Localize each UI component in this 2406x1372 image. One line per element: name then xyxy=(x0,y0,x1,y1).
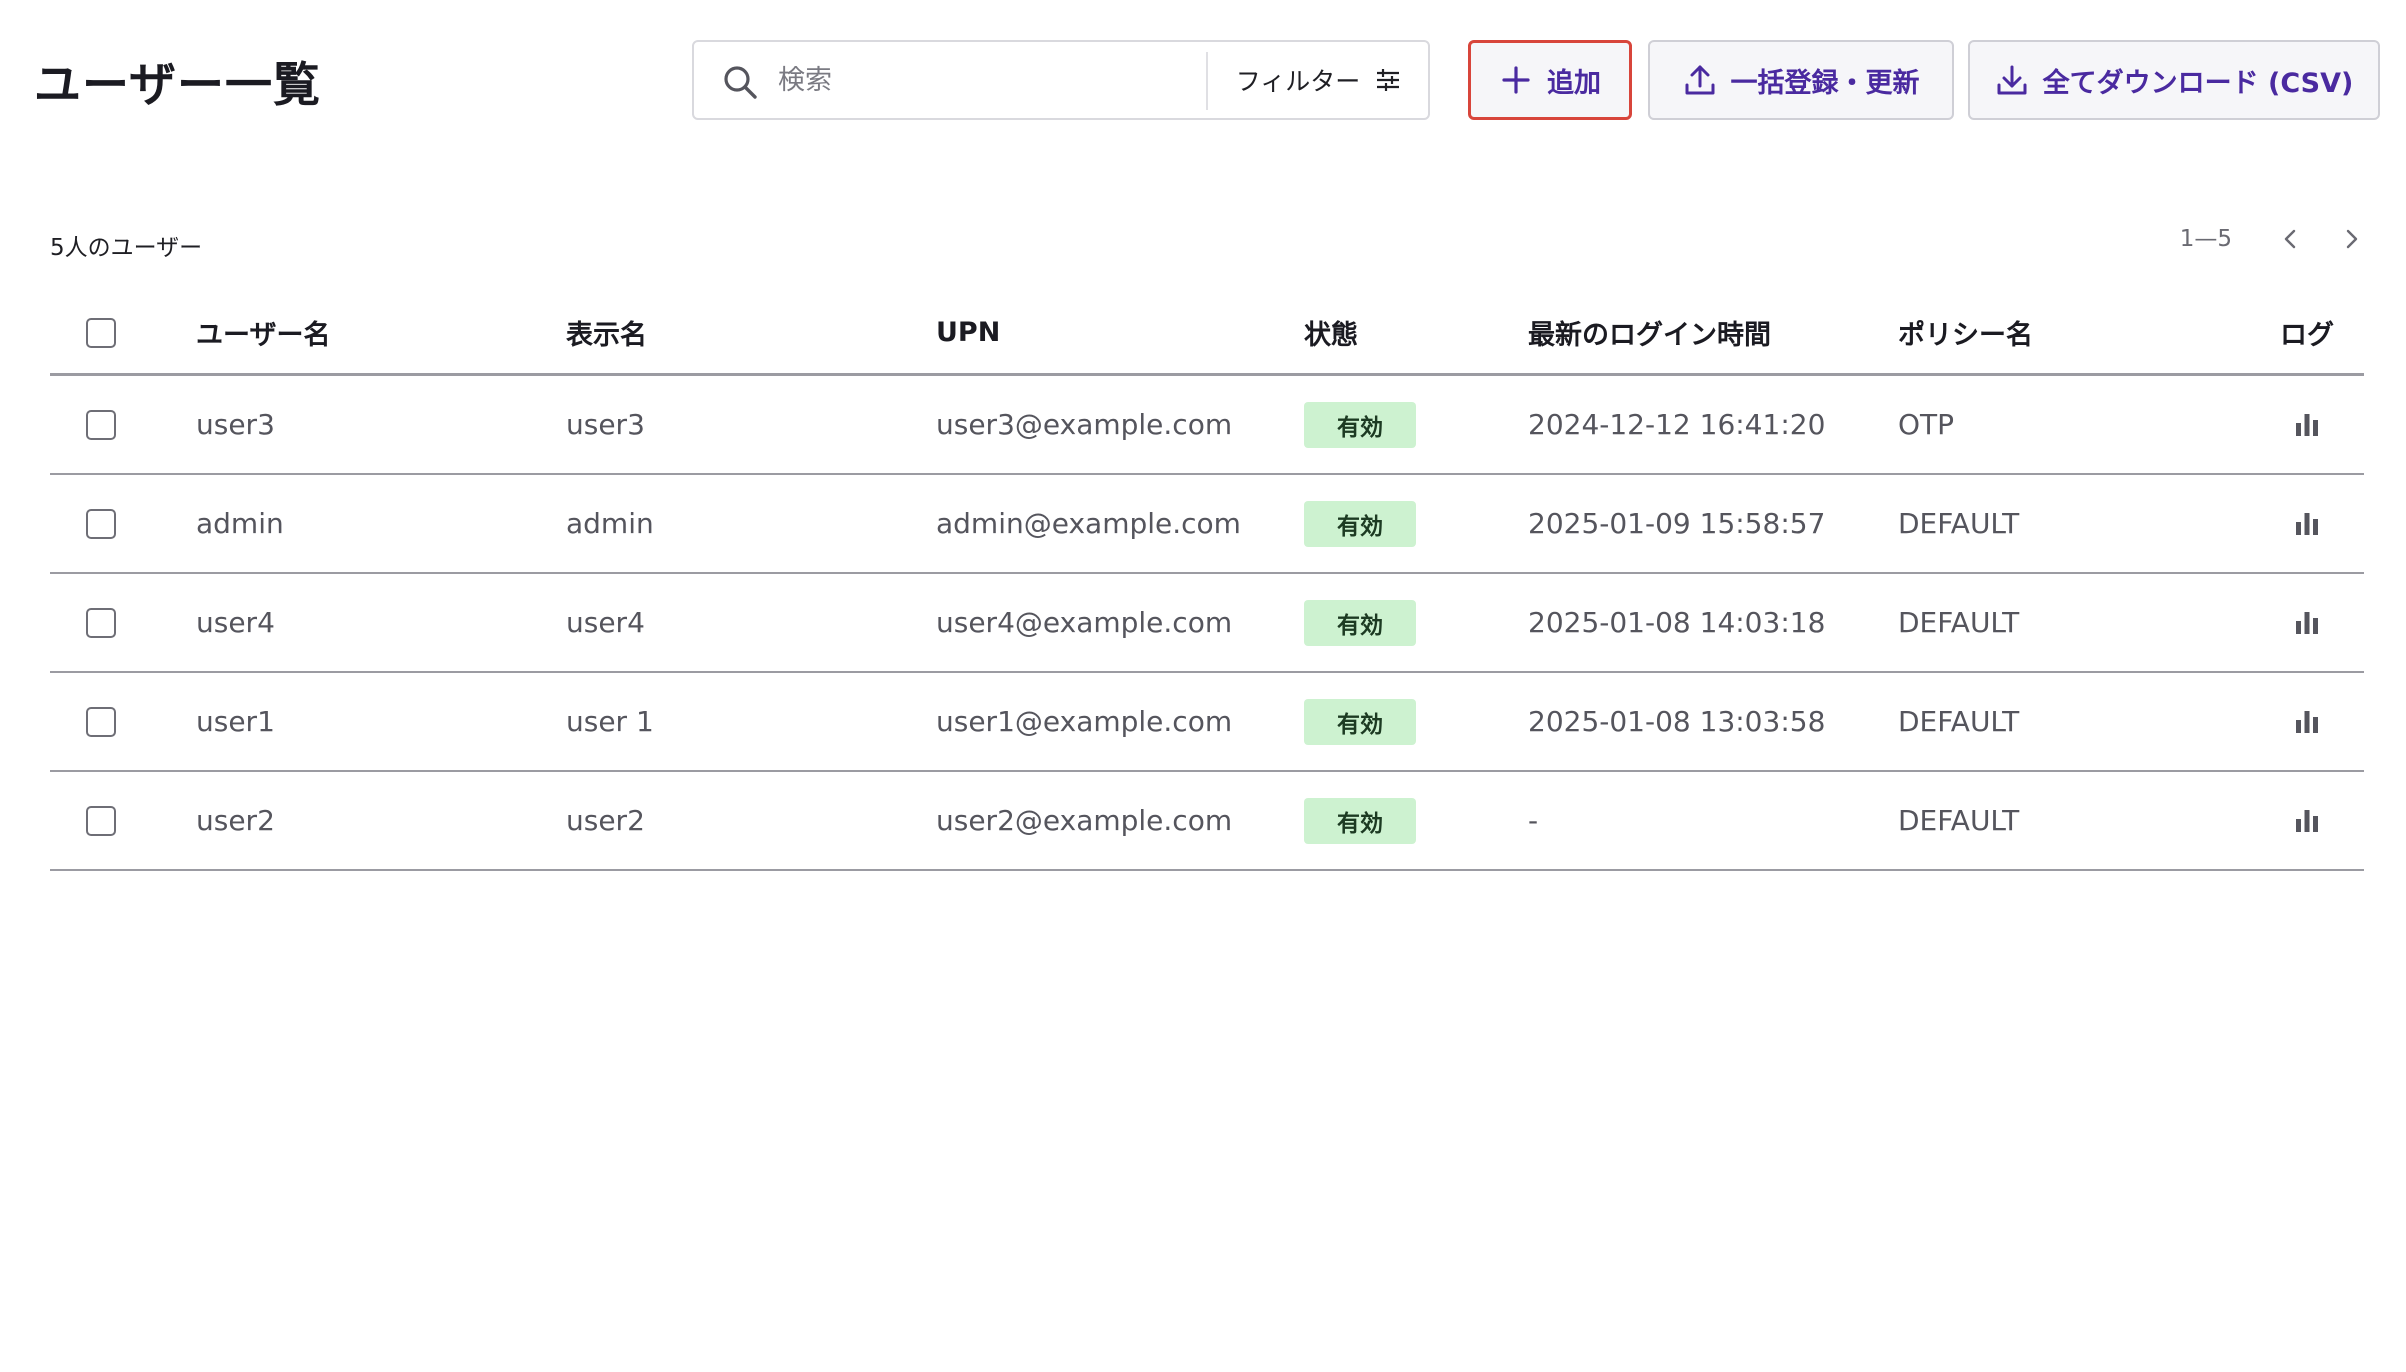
download-csv-button[interactable]: 全てダウンロード (CSV) xyxy=(1968,40,2380,120)
upn-cell: user4@example.com xyxy=(936,606,1233,639)
filter-label: フィルター xyxy=(1235,67,1361,96)
pagination: 1—5 xyxy=(2180,224,2366,254)
status-cell: 有効 xyxy=(1304,574,1416,671)
username-cell: user3 xyxy=(196,408,275,441)
bar-chart-icon[interactable] xyxy=(2292,707,2322,737)
page-range: 1—5 xyxy=(2179,226,2232,252)
column-header-policy[interactable]: ポリシー名 xyxy=(1898,292,2033,373)
download-icon xyxy=(1997,65,2027,95)
column-header-log: ログ xyxy=(2280,320,2334,351)
status-badge: 有効 xyxy=(1304,500,1416,547)
log-cell xyxy=(2272,673,2342,770)
upn-cell: user1@example.com xyxy=(936,705,1233,738)
users-table: ユーザー名 表示名 UPN 状態 最新のログイン時間 ポリシー名 ログ user… xyxy=(50,292,2364,871)
status-cell: 有効 xyxy=(1304,772,1416,869)
row-select-cell xyxy=(86,673,118,770)
row-select-cell xyxy=(86,772,118,869)
column-header-username[interactable]: ユーザー名 xyxy=(196,292,330,373)
upload-icon xyxy=(1685,65,1714,95)
last-login-cell: 2025-01-08 14:03:18 xyxy=(1528,606,1826,639)
log-cell xyxy=(2272,475,2342,572)
last-login-cell: - xyxy=(1528,804,1539,837)
bar-chart-icon[interactable] xyxy=(2292,608,2322,638)
row-select-cell xyxy=(86,376,118,473)
bulk-button-label: 一括登録・更新 xyxy=(1730,67,1920,99)
status-badge: 有効 xyxy=(1304,698,1416,745)
table-row[interactable]: user4 user4 user4@example.com 有効 2025-01… xyxy=(50,574,2364,673)
user-count-summary: 5人のユーザー xyxy=(50,235,203,261)
status-cell: 有効 xyxy=(1304,475,1416,572)
last-login-cell: 2025-01-09 15:58:57 xyxy=(1528,507,1826,540)
table-row[interactable]: user1 user 1 user1@example.com 有効 2025-0… xyxy=(50,673,2364,772)
row-checkbox[interactable] xyxy=(86,706,116,737)
row-checkbox[interactable] xyxy=(86,508,116,539)
search-divider xyxy=(1206,52,1208,110)
filter-button[interactable]: フィルター xyxy=(1210,42,1428,118)
status-badge: 有効 xyxy=(1304,599,1416,646)
page-title: ユーザー一覧 xyxy=(34,58,322,113)
column-header-upn[interactable]: UPN xyxy=(936,292,1000,373)
row-checkbox[interactable] xyxy=(86,805,116,836)
page-header: ユーザー一覧 フィルター 追加 xyxy=(0,0,2406,160)
table-row[interactable]: user3 user3 user3@example.com 有効 2024-12… xyxy=(50,376,2364,475)
policy-cell: OTP xyxy=(1898,408,1955,441)
last-login-cell: 2024-12-12 16:41:20 xyxy=(1528,408,1826,441)
select-all-cell xyxy=(86,292,118,373)
column-header-last-login[interactable]: 最新のログイン時間 xyxy=(1528,292,1771,373)
row-select-cell xyxy=(86,574,118,671)
status-badge: 有効 xyxy=(1304,797,1416,844)
upn-cell: user3@example.com xyxy=(936,408,1233,441)
policy-cell: DEFAULT xyxy=(1898,705,2020,738)
column-header-status[interactable]: 状態 xyxy=(1304,292,1358,373)
username-cell: user4 xyxy=(196,606,275,639)
policy-cell: DEFAULT xyxy=(1898,507,2020,540)
sliders-icon xyxy=(1377,69,1400,91)
last-login-cell: 2025-01-08 13:03:58 xyxy=(1528,705,1826,738)
display-name-cell: admin xyxy=(566,507,654,540)
display-name-cell: user2 xyxy=(566,804,645,837)
table-header: ユーザー名 表示名 UPN 状態 最新のログイン時間 ポリシー名 ログ xyxy=(50,292,2364,376)
search-icon xyxy=(724,66,757,99)
status-cell: 有効 xyxy=(1304,376,1416,473)
policy-cell: DEFAULT xyxy=(1898,804,2020,837)
row-checkbox[interactable] xyxy=(86,607,116,638)
table-row[interactable]: admin admin admin@example.com 有効 2025-01… xyxy=(50,475,2364,574)
bar-chart-icon[interactable] xyxy=(2292,509,2322,539)
username-cell: user2 xyxy=(196,804,275,837)
username-cell: user1 xyxy=(196,705,275,738)
chevron-right-icon[interactable] xyxy=(2336,224,2366,254)
chevron-left-icon[interactable] xyxy=(2276,224,2306,254)
status-badge: 有効 xyxy=(1304,401,1416,448)
plus-icon xyxy=(1502,66,1530,94)
add-user-button[interactable]: 追加 xyxy=(1468,40,1632,120)
username-cell: admin xyxy=(196,507,284,540)
status-cell: 有効 xyxy=(1304,673,1416,770)
row-select-cell xyxy=(86,475,118,572)
log-cell xyxy=(2272,772,2342,869)
upn-cell: admin@example.com xyxy=(936,507,1241,540)
row-checkbox[interactable] xyxy=(86,409,116,440)
display-name-cell: user4 xyxy=(566,606,645,639)
bar-chart-icon[interactable] xyxy=(2292,410,2322,440)
display-name-cell: user3 xyxy=(566,408,645,441)
upn-cell: user2@example.com xyxy=(936,804,1233,837)
display-name-cell: user 1 xyxy=(566,705,654,738)
log-cell xyxy=(2272,376,2342,473)
table-row[interactable]: user2 user2 user2@example.com 有効 - DEFAU… xyxy=(50,772,2364,871)
add-button-label: 追加 xyxy=(1547,67,1601,99)
bar-chart-icon[interactable] xyxy=(2292,806,2322,836)
policy-cell: DEFAULT xyxy=(1898,606,2020,639)
log-cell xyxy=(2272,574,2342,671)
download-button-label: 全てダウンロード (CSV) xyxy=(2042,67,2354,99)
bulk-import-button[interactable]: 一括登録・更新 xyxy=(1648,40,1954,120)
select-all-checkbox[interactable] xyxy=(86,317,116,348)
column-header-display-name[interactable]: 表示名 xyxy=(566,292,647,373)
search-box: フィルター xyxy=(692,40,1430,120)
